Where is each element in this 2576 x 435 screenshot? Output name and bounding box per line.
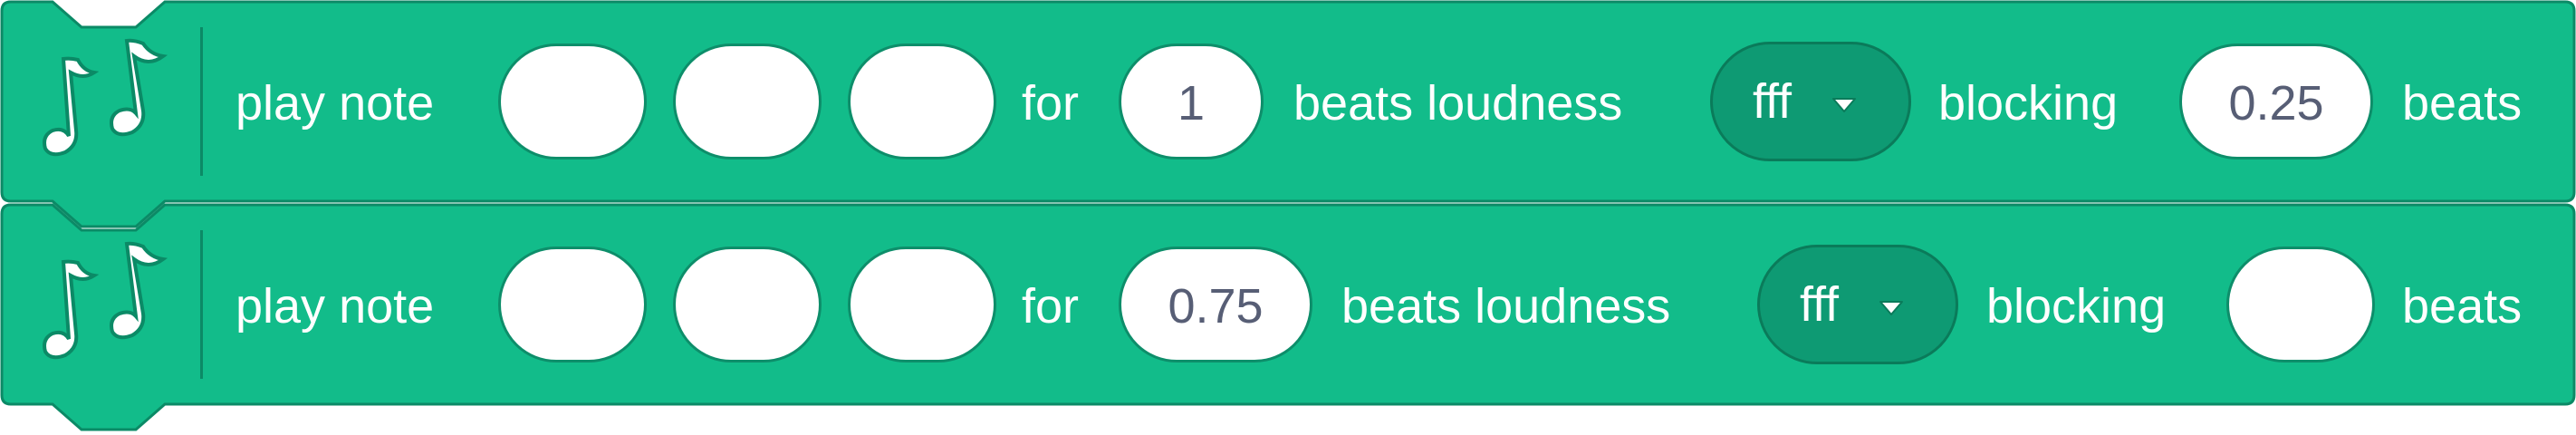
blocking-input[interactable]: 0.25: [2179, 44, 2373, 160]
note-slot-1[interactable]: [498, 246, 647, 362]
blocking-label: blocking: [1986, 279, 2167, 334]
beats-input[interactable]: 0.75: [1119, 246, 1312, 362]
beats-input[interactable]: 1: [1119, 44, 1264, 160]
play-note-label: play note: [235, 76, 435, 130]
blocking-label: blocking: [1938, 76, 2119, 130]
for-label: for: [1022, 279, 1080, 334]
note-slot-2[interactable]: [673, 246, 822, 362]
loudness-dropdown-value: fff: [1800, 277, 1840, 332]
note-slot-3[interactable]: [848, 44, 996, 160]
blocking-input-value: 0.25: [2228, 76, 2324, 130]
note-slot-1[interactable]: [498, 44, 647, 160]
icon-separator: [200, 230, 203, 379]
note-slot-3[interactable]: [848, 246, 996, 362]
beats-label: beats: [2402, 279, 2523, 334]
chevron-down-icon: [1832, 98, 1856, 112]
music-notes-icon: [43, 241, 168, 360]
chevron-down-icon: [1879, 301, 1903, 315]
beats-loudness-label: beats loudness: [1341, 279, 1671, 334]
beats-label: beats: [2402, 76, 2523, 130]
note-slot-2[interactable]: [673, 44, 822, 160]
beats-loudness-label: beats loudness: [1293, 76, 1623, 130]
play-note-label: play note: [235, 279, 435, 334]
for-label: for: [1022, 76, 1080, 130]
loudness-dropdown[interactable]: fff: [1710, 42, 1911, 161]
beats-input-value: 1: [1177, 76, 1206, 130]
loudness-dropdown-value: fff: [1753, 74, 1793, 129]
blocking-input[interactable]: [2226, 246, 2375, 362]
loudness-dropdown[interactable]: fff: [1757, 245, 1958, 364]
music-notes-icon: [43, 38, 168, 157]
icon-separator: [200, 27, 203, 176]
play-note-block-2[interactable]: play note for 0.75 beats loudness fff bl…: [0, 203, 2576, 406]
beats-input-value: 0.75: [1168, 279, 1264, 334]
play-note-block-1[interactable]: play note for 1 beats loudness fff block…: [0, 0, 2576, 203]
